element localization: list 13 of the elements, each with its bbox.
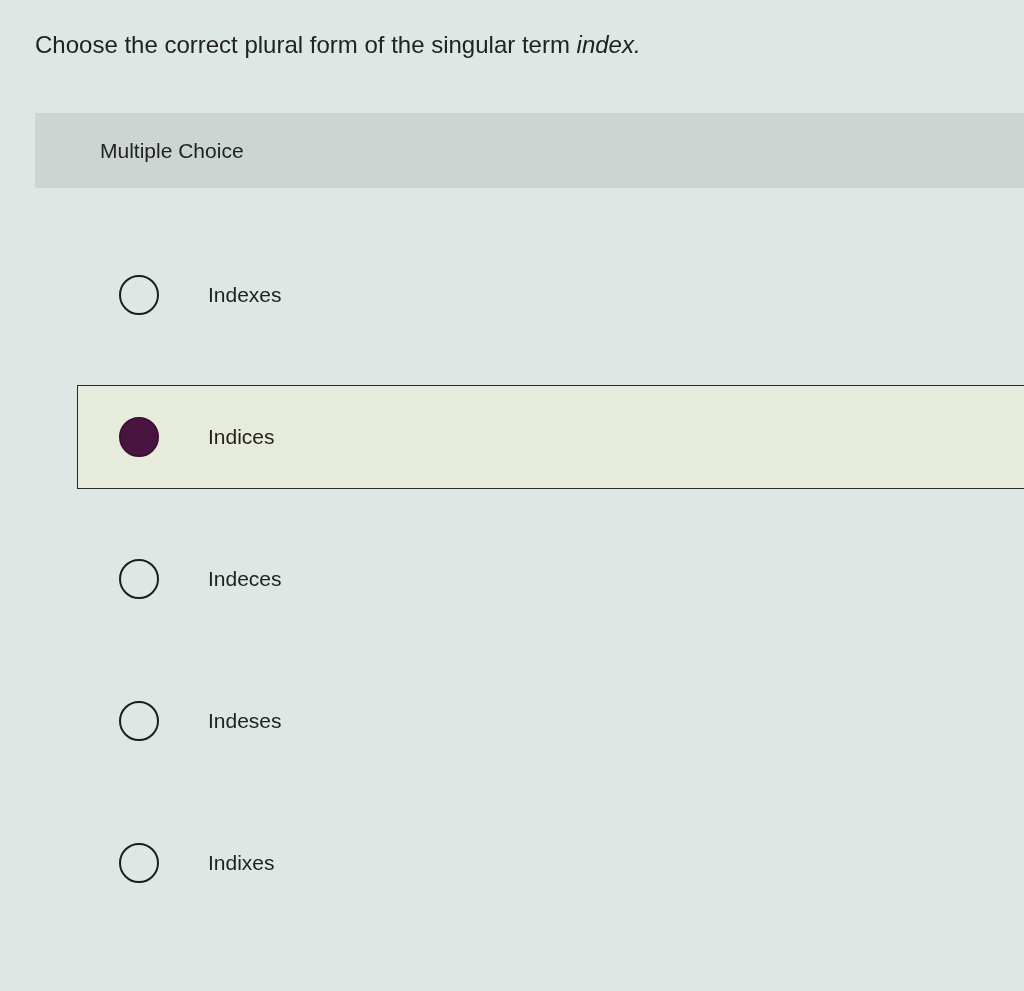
option-label: Indeses — [208, 708, 282, 734]
radio-button[interactable] — [119, 559, 159, 599]
question-text: Choose the correct plural form of the singular term index. — [35, 31, 641, 58]
radio-button[interactable] — [119, 701, 159, 741]
option-label: Indexes — [208, 282, 282, 308]
radio-button[interactable] — [119, 275, 159, 315]
section-label: Multiple Choice — [100, 137, 244, 164]
option-label: Indices — [208, 424, 275, 450]
option-label: Indeces — [208, 566, 282, 592]
radio-button[interactable] — [119, 843, 159, 883]
selected-option-highlight[interactable]: Indices — [77, 385, 1024, 489]
option-label: Indixes — [208, 850, 275, 876]
radio-button[interactable] — [119, 417, 159, 457]
